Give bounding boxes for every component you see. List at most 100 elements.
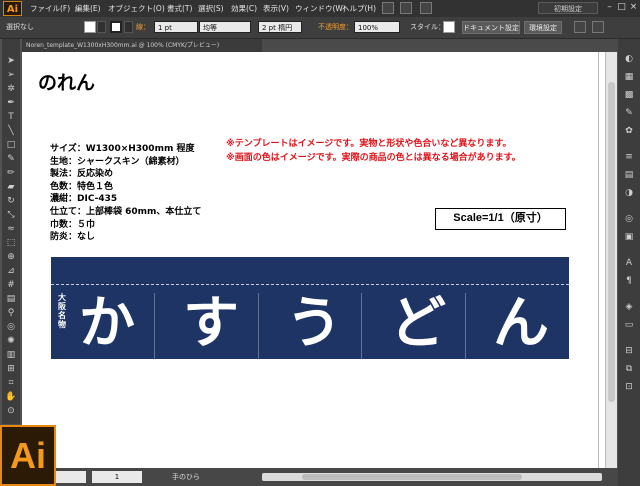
magic-wand-icon[interactable]: ✲ [5,83,17,95]
paintbrush-icon[interactable]: ✎ [5,153,17,165]
eraser-icon[interactable]: ▰ [5,181,17,193]
stroke-swatch[interactable] [110,21,122,33]
fill-dropdown[interactable] [97,21,106,33]
panel-slit [465,293,466,359]
spec-flameproof: 防炎：なし [50,232,96,243]
brush-field[interactable]: 2 pt 楕円 [258,21,302,33]
opacity-field[interactable]: 100% [354,21,400,33]
menu-help[interactable]: ヘルプ(H) [342,0,376,17]
pencil-icon[interactable]: ✏ [5,167,17,179]
menu-file[interactable]: ファイル(F) [30,0,70,17]
screen-mode-icon[interactable] [420,2,432,14]
slice-icon[interactable]: ⌗ [5,377,17,389]
transparency-icon[interactable]: ◑ [622,187,636,199]
horizontal-scroll-thumb[interactable] [302,474,522,480]
layers-icon[interactable]: ◈ [622,301,636,313]
artboard-navigation[interactable]: 1 [92,471,142,483]
artboard: のれん サイズ：W1300×H300mm 程度 生地：シャークスキン（綿素材） … [22,52,605,468]
menu-window[interactable]: ウィンドウ(W) [295,0,346,17]
stroke-label[interactable]: 線： [136,17,150,38]
spec-navy: 濃紺：DIC-435 [50,194,118,205]
warp-icon[interactable]: ≈ [5,223,17,235]
color-guide-icon[interactable]: ▦ [622,71,636,83]
direct-selection-tool-icon[interactable]: ➢ [5,69,17,81]
bridge-icon[interactable] [382,2,394,14]
paragraph-icon[interactable]: ¶ [622,275,636,287]
pen-tool-icon[interactable]: ✒ [5,97,17,109]
menu-effect[interactable]: 効果(C) [231,0,257,17]
minimize-icon[interactable]: – [604,2,615,13]
free-transform-icon[interactable]: ⬚ [5,237,17,249]
tools-panel: ➤ ➢ ✲ ✒ T ╲ □ ✎ ✏ ▰ ↻ ⤡ ≈ ⬚ ⊕ ⊿ # ▤ ⚲ ◎ … [2,39,20,424]
menu-edit[interactable]: 編集(E) [75,0,101,17]
align-panel-icon[interactable]: ⊟ [622,345,636,357]
symbol-sprayer-icon[interactable]: ✺ [5,335,17,347]
rectangle-tool-icon[interactable]: □ [5,139,17,151]
spec-panels: 巾数：５巾 [50,219,96,230]
spec-finish: 仕立て：上部棒袋 60mm、本仕立て [50,206,202,217]
artboard-icon[interactable]: ⊞ [5,363,17,375]
transform-icon[interactable] [592,21,604,33]
notes: ※テンプレートはイメージです。実物と形状や色合いなど異なります。 ※画面の色はイ… [226,138,521,165]
eyedropper-icon[interactable]: ⚲ [5,307,17,319]
selection-tool-icon[interactable]: ➤ [5,55,17,67]
type-tool-icon[interactable]: T [5,111,17,123]
document-tab[interactable]: Noren_template_W1300xH300mm.ai @ 100% (C… [22,39,262,52]
line-tool-icon[interactable]: ╲ [5,125,17,137]
fill-swatch[interactable] [84,21,96,33]
document-setup-button[interactable]: ドキュメント設定 [462,21,520,34]
color-panel-icon[interactable]: ◐ [622,53,636,65]
zoom-tool-icon[interactable]: ⊙ [5,405,17,417]
align-icon[interactable] [574,21,586,33]
rotate-icon[interactable]: ↻ [5,195,17,207]
scale-icon[interactable]: ⤡ [5,209,17,221]
swatches-icon[interactable]: ▩ [622,89,636,101]
canvas[interactable]: のれん サイズ：W1300×H300mm 程度 生地：シャークスキン（綿素材） … [22,52,605,468]
blend-icon[interactable]: ◎ [5,321,17,333]
menu-view[interactable]: 表示(V) [263,0,289,17]
preferences-button[interactable]: 環境設定 [524,21,562,34]
menu-type[interactable]: 書式(T) [167,0,192,17]
character-icon[interactable]: A [622,257,636,269]
close-icon[interactable]: × [628,2,639,13]
hand-tool-icon[interactable]: ✋ [5,391,17,403]
noren-glyph: す [183,291,239,356]
arrange-documents-icon[interactable] [400,2,412,14]
noren-glyph: ど [390,291,446,356]
vertical-scrollbar[interactable] [605,52,617,468]
graphic-style-swatch[interactable] [443,21,455,33]
perspective-icon[interactable]: ⊿ [5,265,17,277]
document-tab-bar: Noren_template_W1300xH300mm.ai @ 100% (C… [22,39,618,52]
noren-artwork[interactable]: 大阪名物 か す う ど ん [51,257,569,359]
stroke-panel-icon[interactable]: ≡ [622,151,636,163]
spec-method: 製法：反応染め [50,169,114,180]
maximize-icon[interactable]: □ [616,2,627,13]
stroke-weight-field[interactable]: 1 pt [154,21,198,33]
gradient-icon[interactable]: ▤ [5,293,17,305]
scale-label: Scale=1/1（原寸） [435,208,566,230]
horizontal-scrollbar[interactable] [262,473,602,481]
opacity-label[interactable]: 不透明度： [318,17,353,38]
transform-panel-icon[interactable]: ⊡ [622,381,636,393]
appearance-icon[interactable]: ◎ [622,213,636,225]
brushes-icon[interactable]: ✎ [622,107,636,119]
menu-object[interactable]: オブジェクト(O) [108,0,165,17]
mesh-icon[interactable]: # [5,279,17,291]
artboards-icon[interactable]: ▭ [622,319,636,331]
menu-select[interactable]: 選択(S) [198,0,224,17]
vertical-scroll-thumb[interactable] [608,82,615,402]
pathfinder-icon[interactable]: ⧉ [622,363,636,375]
shape-builder-icon[interactable]: ⊕ [5,251,17,263]
page-title: のれん [38,72,96,94]
stroke-dropdown[interactable] [124,21,133,33]
symbols-icon[interactable]: ✿ [622,125,636,137]
control-bar: 選択なし 線： 1 pt 均等 2 pt 楕円 不透明度： 100% スタイル：… [0,17,640,39]
gradient-panel-icon[interactable]: ▤ [622,169,636,181]
style-label: スタイル： [410,23,445,31]
workspace-switcher[interactable]: 初期設定 [538,2,598,14]
graphic-styles-icon[interactable]: ▣ [622,231,636,243]
graph-icon[interactable]: ▥ [5,349,17,361]
stroke-style-field[interactable]: 均等 [199,21,251,33]
right-panel-dock: ◐ ▦ ▩ ✎ ✿ ≡ ▤ ◑ ◎ ▣ A ¶ ◈ ▭ ⊟ ⧉ ⊡ [618,39,640,486]
panel-slit [154,293,155,359]
